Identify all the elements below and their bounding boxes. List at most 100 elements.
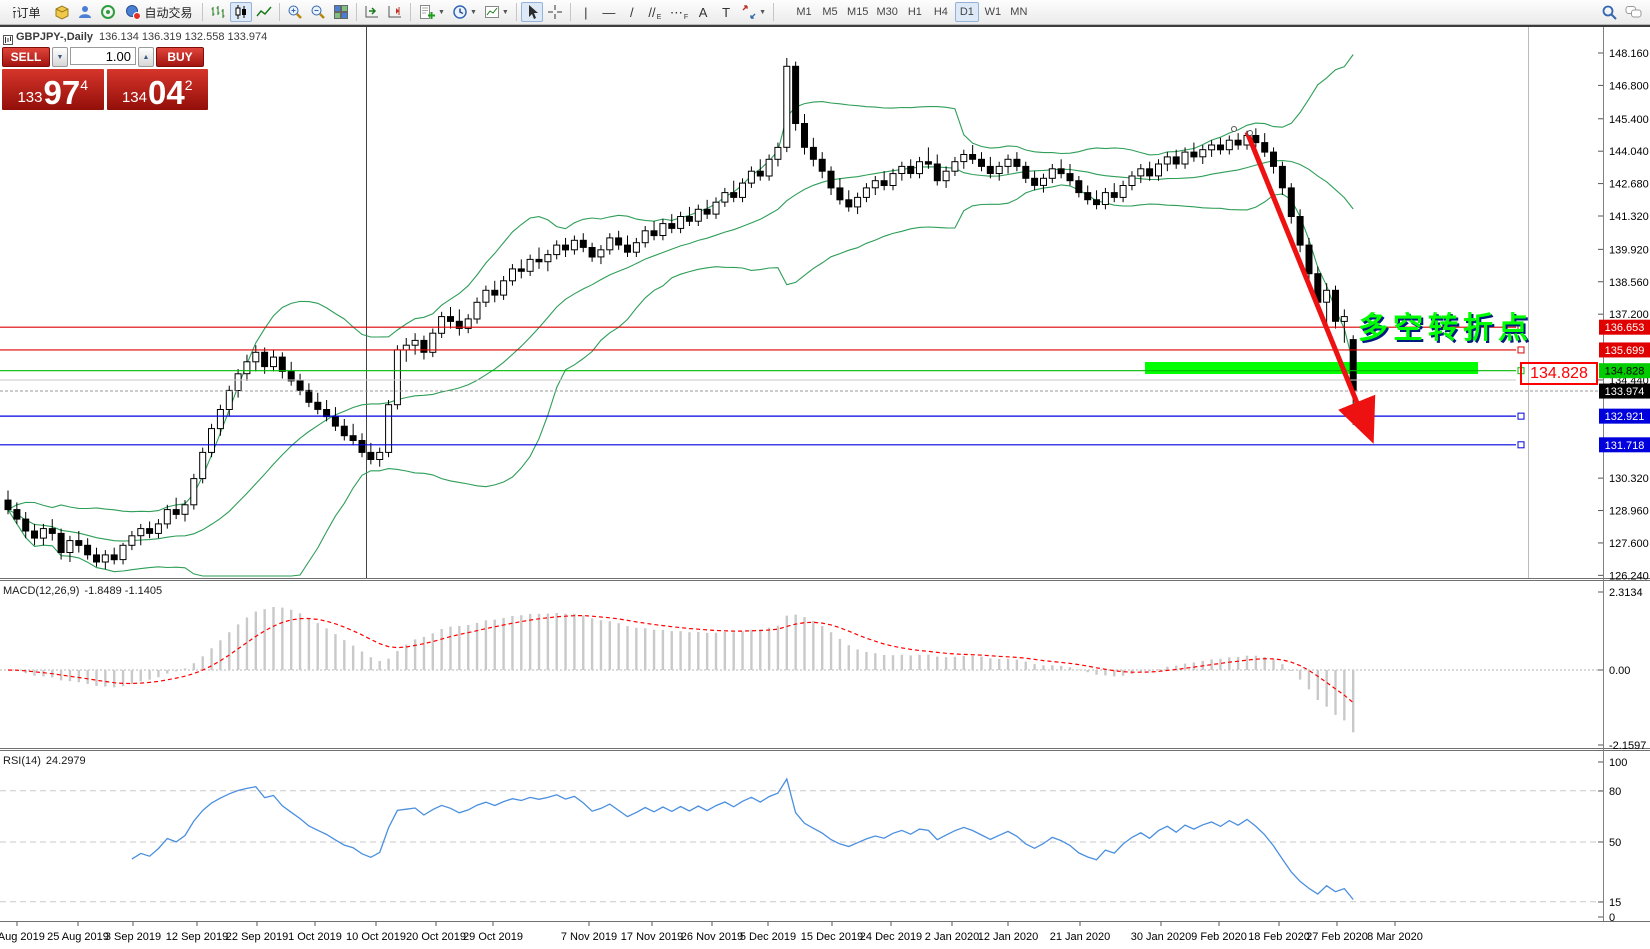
volume-input[interactable] <box>70 47 136 65</box>
date-label: 27 Feb 2020 <box>1306 931 1368 943</box>
date-label: 29 Oct 2019 <box>463 931 523 943</box>
bollinger-band-line <box>7 184 1354 577</box>
date-label: 22 Sep 2019 <box>226 931 288 943</box>
timeframe-m5-button[interactable]: M5 <box>818 2 842 22</box>
timeframe-h4-button[interactable]: H4 <box>929 2 953 22</box>
cursor-tool[interactable] <box>520 2 543 22</box>
rsi-value: 24.2979 <box>45 755 86 767</box>
search-icon[interactable] <box>1598 2 1621 22</box>
chevron-down-icon: ▼ <box>759 8 767 16</box>
rsi-axis-label: 0 <box>1609 912 1615 924</box>
text-label-tool[interactable]: T <box>715 2 737 22</box>
window-border <box>0 25 1650 27</box>
periods-clock-icon[interactable]: ▼ <box>449 2 480 22</box>
object-anchor[interactable] <box>1247 130 1253 136</box>
rsi-axis-label: 100 <box>1609 757 1627 769</box>
text-tool[interactable]: A <box>692 2 714 22</box>
ohlc-values: 136.134 136.319 132.558 133.974 <box>99 31 268 43</box>
price-tick-label: 139.920 <box>1609 244 1649 256</box>
rsi-axis-label: 80 <box>1609 786 1621 798</box>
price-tick-label: 148.160 <box>1609 48 1649 60</box>
date-label: 18 Feb 2020 <box>1248 931 1310 943</box>
macd-axis-label: 0.00 <box>1609 665 1630 677</box>
sell-price-pip: 4 <box>80 77 89 93</box>
drawing-tools-group: | — ///E ⋯ F A T <box>575 2 737 22</box>
new-order-button[interactable]: 新订单 <box>4 2 50 22</box>
date-label: 26 Nov 2019 <box>681 931 743 943</box>
date-label: 20 Oct 2019 <box>406 931 466 943</box>
date-label: 3 Sep 2019 <box>105 931 161 943</box>
date-label: 25 Aug 2019 <box>47 931 109 943</box>
timeframe-h1-button[interactable]: H1 <box>903 2 927 22</box>
trendline-tool[interactable]: / <box>621 2 643 22</box>
timeframe-w1-button[interactable]: W1 <box>981 2 1005 22</box>
vertical-line-tool[interactable]: | <box>575 2 597 22</box>
price-badge-label: 132.921 <box>1605 411 1645 423</box>
price-badge-label: 135.699 <box>1605 345 1645 357</box>
price-tick-label: 137.200 <box>1609 309 1649 321</box>
toolbar-separator <box>410 3 411 21</box>
price-tick-label: 127.600 <box>1609 538 1649 550</box>
price-badge-label: 133.974 <box>1605 386 1645 398</box>
indicators-icon[interactable]: ▼ <box>415 2 448 22</box>
date-label: 7 Nov 2019 <box>561 931 617 943</box>
candles <box>4 58 1357 570</box>
broadcast-icon[interactable] <box>97 2 119 22</box>
timeframe-mn-button[interactable]: MN <box>1007 2 1031 22</box>
templates-icon[interactable]: ▼ <box>481 2 512 22</box>
candlestick-chart-icon[interactable] <box>230 2 252 22</box>
autotrading-button[interactable]: 自动交易 <box>120 2 198 22</box>
price-flag-label[interactable]: 134.828 <box>1520 362 1598 385</box>
sell-price-box[interactable]: 133 97 4 <box>2 69 104 110</box>
chat-icon[interactable] <box>1622 2 1646 22</box>
volume-decrease-button[interactable]: ▼ <box>52 47 68 67</box>
rsi-name: RSI(14) <box>3 755 41 767</box>
timeframe-d1-button[interactable]: D1 <box>954 2 979 22</box>
price-tick-label: 128.960 <box>1609 506 1649 518</box>
price-tick-label: 141.320 <box>1609 211 1649 223</box>
crosshair-tool[interactable] <box>544 2 566 22</box>
inbox-icon[interactable] <box>51 2 73 22</box>
price-badge-label: 134.828 <box>1605 366 1645 378</box>
horizontal-line-tool[interactable]: — <box>598 2 620 22</box>
tile-windows-icon[interactable] <box>330 2 352 22</box>
buy-price-pip: 2 <box>184 77 193 93</box>
equidistant-channel-tool[interactable]: //E <box>644 2 666 22</box>
price-tick-label: 138.560 <box>1609 277 1649 289</box>
timeframe-m30-button[interactable]: M30 <box>873 2 900 22</box>
highlight-bar[interactable] <box>1145 362 1478 374</box>
line-chart-icon[interactable] <box>253 2 275 22</box>
macd-values: -1.8489 -1.1405 <box>84 585 163 597</box>
arrows-tool[interactable]: ▼ <box>738 2 769 22</box>
macd-name: MACD(12,26,9) <box>3 585 80 597</box>
bar-chart-icon[interactable] <box>207 2 229 22</box>
date-label: 30 Jan 2020 <box>1131 931 1192 943</box>
sell-button[interactable]: SELL <box>2 47 50 67</box>
price-chart-canvas[interactable]: 148.160 146.800 145.400 144.040 142.680 141.3… <box>0 0 1650 949</box>
volume-increase-button[interactable]: ▲ <box>138 47 154 67</box>
price-tick-label: 144.040 <box>1609 146 1649 158</box>
market-watch-icon[interactable] <box>74 2 96 22</box>
date-label: 5 Aug 2019 <box>0 931 45 943</box>
auto-scroll-icon[interactable] <box>361 2 383 22</box>
object-anchor[interactable] <box>1231 126 1237 132</box>
date-label: 21 Jan 2020 <box>1050 931 1111 943</box>
price-tick-label: 130.320 <box>1609 473 1649 485</box>
zoom-in-icon[interactable] <box>284 2 306 22</box>
sell-price-prefix: 133 <box>17 88 43 106</box>
buy-button[interactable]: BUY <box>156 47 204 67</box>
zoom-out-icon[interactable] <box>307 2 329 22</box>
timeframe-m1-button[interactable]: M1 <box>792 2 816 22</box>
price-badge-label: 131.718 <box>1605 440 1645 452</box>
timeframe-m15-button[interactable]: M15 <box>844 2 871 22</box>
rsi-axis-label: 50 <box>1609 837 1621 849</box>
chart-shift-icon[interactable] <box>384 2 406 22</box>
date-label: 8 Mar 2020 <box>1367 931 1423 943</box>
rsi-label: RSI(14) 24.2979 <box>3 755 86 767</box>
trend-arrow[interactable] <box>1244 131 1376 444</box>
fibonacci-retracement-tool[interactable]: ⋯ F <box>667 2 691 22</box>
chart-title: GBPJPY-,Daily 136.134 136.319 132.558 133… <box>16 31 267 43</box>
turning-point-annotation[interactable]: 多空转折点 <box>1358 303 1533 347</box>
date-label: 17 Nov 2019 <box>621 931 683 943</box>
buy-price-box[interactable]: 134 04 2 <box>106 69 208 110</box>
